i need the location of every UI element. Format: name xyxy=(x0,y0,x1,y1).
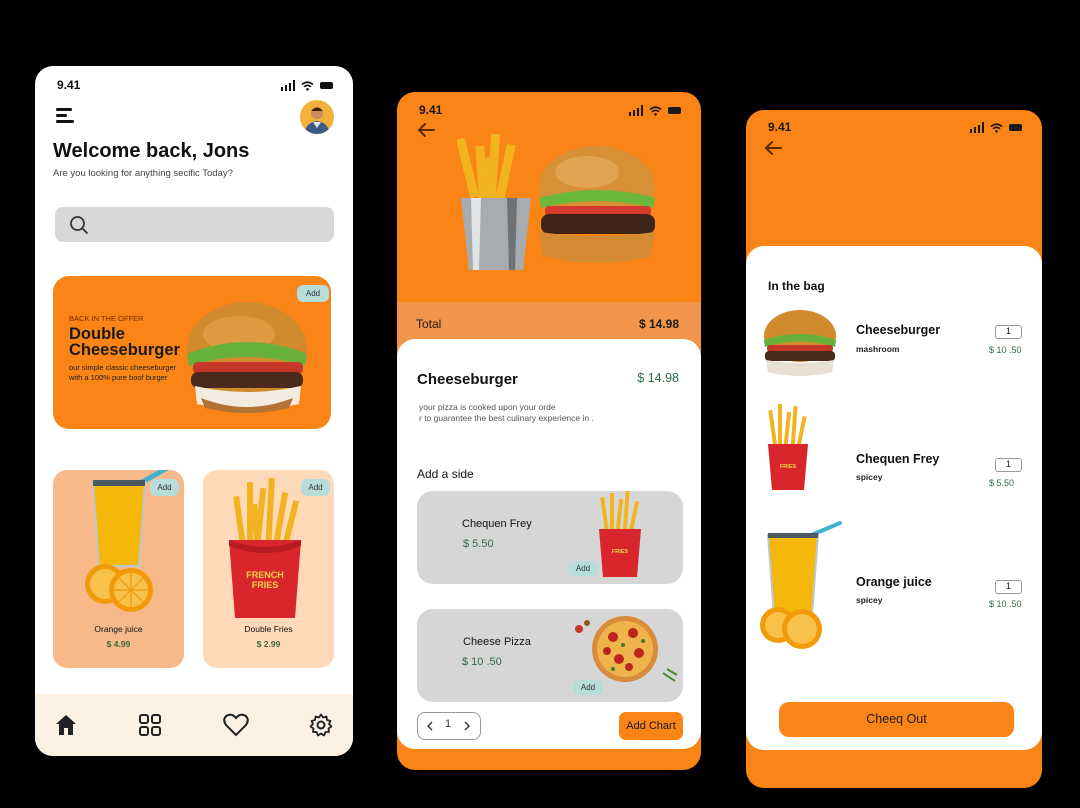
add-side-button[interactable]: Add xyxy=(573,680,603,695)
side-price: $ 5.50 xyxy=(463,538,494,550)
status-bar: 9.41 xyxy=(35,78,353,98)
pizza-image xyxy=(575,616,678,682)
signal-icon xyxy=(280,80,295,91)
battery-icon xyxy=(320,82,333,89)
battery-icon xyxy=(1009,124,1022,131)
bag-screen: 9.41 In the bag Cheeseburger mashroom 1 … xyxy=(746,110,1042,788)
avatar[interactable] xyxy=(300,100,334,134)
add-side-heading: Add a side xyxy=(417,467,474,481)
fries-image: FRIES xyxy=(599,491,641,577)
item-name: Orange juice xyxy=(856,575,932,589)
status-bar: 9.41 xyxy=(397,103,701,123)
status-time: 9.41 xyxy=(57,78,81,92)
quantity-value: 1 xyxy=(445,718,452,730)
grid-icon[interactable] xyxy=(138,713,162,737)
status-icons xyxy=(280,80,333,91)
meal-image xyxy=(457,133,655,270)
fries-image: FRIES xyxy=(768,404,808,490)
checkout-button[interactable]: Cheeq Out xyxy=(779,702,1014,737)
description-line: r to guarantee the best culinary experie… xyxy=(419,413,594,423)
bag-item[interactable]: FRIES Chequen Frey spicey 1 $ 5.50 xyxy=(746,404,1042,526)
page-title: Welcome back, Jons xyxy=(53,140,250,162)
back-arrow-icon[interactable] xyxy=(417,123,435,137)
bag-item[interactable]: Orange juice spicey 1 $ 10 .50 xyxy=(746,521,1042,649)
heart-icon[interactable] xyxy=(223,713,249,737)
product-price: $ 4.99 xyxy=(106,639,131,649)
menu-icon[interactable] xyxy=(56,108,76,124)
item-subtitle: mashroom xyxy=(856,344,900,354)
search-input[interactable] xyxy=(55,207,334,242)
avatar-icon xyxy=(304,107,330,134)
wifi-icon xyxy=(301,80,314,91)
orange-juice-image xyxy=(760,521,842,649)
quantity-box[interactable]: 1 xyxy=(995,580,1022,594)
status-time: 9.41 xyxy=(768,120,792,134)
status-icons xyxy=(969,122,1022,133)
quantity-stepper[interactable]: 1 xyxy=(417,712,481,740)
svg-text:FRENCH: FRENCH xyxy=(246,570,284,580)
item-name: Chequen Frey xyxy=(856,452,940,466)
burger-image xyxy=(187,302,307,413)
burger-image xyxy=(764,310,836,376)
signal-icon xyxy=(969,122,984,133)
bag-sheet: In the bag Cheeseburger mashroom 1 $ 10 … xyxy=(746,246,1042,750)
battery-icon xyxy=(668,107,681,114)
item-subtitle: spicey xyxy=(856,472,883,482)
home-screen: 9.41 Welcome back, Jons Are you looking … xyxy=(35,66,353,756)
quantity-box[interactable]: 1 xyxy=(995,325,1022,339)
gear-icon[interactable] xyxy=(309,713,333,737)
product-price: $ 14.98 xyxy=(637,371,679,385)
chevron-right-icon[interactable] xyxy=(464,721,471,731)
status-bar: 9.41 xyxy=(746,120,1042,140)
product-name: Double Fries xyxy=(244,624,293,634)
product-name: Orange juice xyxy=(94,624,143,634)
bottom-nav xyxy=(35,694,353,756)
signal-icon xyxy=(628,105,643,116)
item-name: Cheeseburger xyxy=(856,323,941,337)
item-price: $ 10 .50 xyxy=(989,345,1022,355)
total-value: $ 14.98 xyxy=(638,317,679,331)
page-subtitle: Are you looking for anything secific Tod… xyxy=(53,168,233,179)
side-option-chequen-frey[interactable]: Chequen Frey $ 5.50 FRIES Add xyxy=(417,491,683,584)
add-button[interactable]: Add xyxy=(150,479,179,496)
bag-title: In the bag xyxy=(768,279,825,293)
total-label: Total xyxy=(416,317,442,331)
add-side-button[interactable]: Add xyxy=(568,561,598,576)
stage: 9.41 Welcome back, Jons Are you looking … xyxy=(0,0,1080,808)
description-line: your pizza is cooked upon your orde xyxy=(419,402,556,412)
item-price: $ 5.50 xyxy=(989,478,1015,488)
bag-item[interactable]: Cheeseburger mashroom 1 $ 10 .50 xyxy=(746,301,1042,411)
status-icons xyxy=(628,105,681,116)
wifi-icon xyxy=(990,122,1003,133)
side-name: Chequen Frey xyxy=(462,518,532,530)
svg-text:FRIES: FRIES xyxy=(252,580,279,590)
promo-card[interactable]: BACK IN THE OFFER Double Cheeseburger ou… xyxy=(53,276,331,429)
product-detail-screen: 9.41 Total $ 14.98 Cheeseburger $ 14.98 … xyxy=(397,92,701,770)
add-button[interactable]: Add xyxy=(301,479,330,496)
product-card-orange-juice[interactable]: Add Orange juice $ 4.99 xyxy=(53,470,184,668)
chevron-left-icon[interactable] xyxy=(426,721,433,731)
add-chart-button[interactable]: Add Chart xyxy=(619,712,683,740)
home-icon[interactable] xyxy=(54,713,78,737)
search-icon xyxy=(70,216,88,234)
item-subtitle: spicey xyxy=(856,595,883,605)
wifi-icon xyxy=(649,105,662,116)
side-price: $ 10 .50 xyxy=(462,656,502,668)
side-option-cheese-pizza[interactable]: Cheese Pizza $ 10 .50 Add xyxy=(417,609,683,702)
product-description: your pizza is cooked upon your orde r to… xyxy=(419,402,639,424)
svg-text:FRIES: FRIES xyxy=(780,464,797,470)
status-time: 9.41 xyxy=(419,103,443,117)
promo-description: our simple classic cheeseburger with a 1… xyxy=(69,363,177,382)
quantity-box[interactable]: 1 xyxy=(995,458,1022,472)
product-title: Cheeseburger xyxy=(417,371,518,388)
product-card-double-fries[interactable]: FRENCH FRIES Add Double Fries $ 2.99 xyxy=(203,470,334,668)
svg-text:FRIES: FRIES xyxy=(612,549,629,555)
product-price: $ 2.99 xyxy=(256,639,281,649)
side-name: Cheese Pizza xyxy=(463,636,531,648)
back-arrow-icon[interactable] xyxy=(764,141,782,155)
detail-sheet: Cheeseburger $ 14.98 your pizza is cooke… xyxy=(397,339,701,749)
item-price: $ 10 .50 xyxy=(989,599,1022,609)
fries-image: FRENCH FRIES xyxy=(229,477,301,618)
promo-tag: BACK IN THE OFFER xyxy=(69,314,144,323)
